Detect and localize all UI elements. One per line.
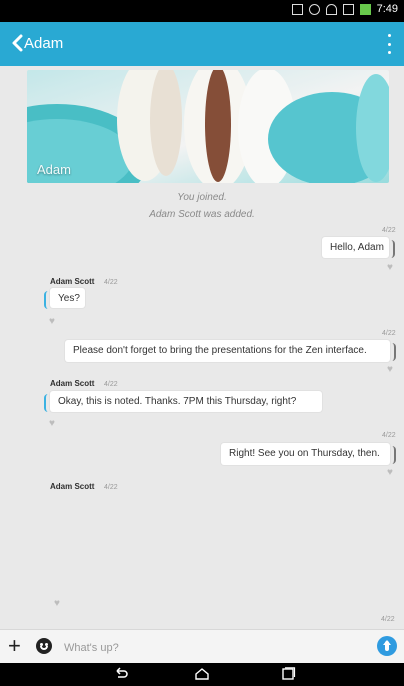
message-composer: + (0, 629, 404, 664)
android-nav-bar (0, 663, 404, 686)
sim-icon (342, 3, 354, 15)
system-message-added: Adam Scott was added. (149, 209, 255, 220)
outgoing-message[interactable]: Right! See you on Thursday, then. (221, 443, 396, 465)
outgoing-message[interactable]: Hello, Adam (322, 237, 395, 258)
mute-icon (308, 3, 320, 15)
message-sender: Adam Scott (50, 379, 95, 388)
status-bar: 7:49 (0, 0, 404, 22)
bottom-message-date: 4/22 (381, 616, 395, 623)
message-date: 4/22 (104, 279, 118, 286)
add-attachment-icon[interactable]: + (8, 635, 26, 657)
outgoing-message[interactable]: Please don't forget to bring the present… (65, 340, 396, 362)
status-time: 7:49 (376, 3, 398, 15)
message-sender: Adam Scott (50, 482, 95, 491)
recent-apps-nav-icon[interactable] (280, 667, 296, 681)
like-heart-icon[interactable]: ♥ (49, 419, 59, 429)
status-icons: 7:49 (291, 3, 398, 15)
macarons-image (27, 70, 389, 183)
message-date: 4/22 (382, 432, 396, 439)
incoming-message[interactable]: Yes? (44, 288, 85, 309)
like-heart-icon[interactable]: ♥ (49, 317, 59, 327)
incoming-message[interactable]: Okay, this is noted. Thanks. 7PM this Th… (44, 391, 322, 412)
chat-banner-image: Adam (27, 70, 389, 183)
chat-title: Adam (24, 35, 64, 52)
like-heart-icon[interactable]: ♥ (387, 263, 397, 273)
battery-save-icon (291, 3, 303, 15)
message-date: 4/22 (104, 484, 118, 491)
like-heart-icon[interactable]: ♥ (387, 365, 397, 375)
message-date: 4/22 (104, 381, 118, 388)
chat-content[interactable]: Adam You joined. Adam Scott was added. 4… (0, 66, 404, 629)
banner-name-label: Adam (37, 162, 71, 177)
home-nav-icon[interactable] (194, 667, 210, 681)
emoji-icon[interactable] (36, 638, 52, 654)
app-bar: Adam (0, 22, 404, 66)
like-heart-icon[interactable]: ♥ (387, 468, 397, 478)
battery-icon (359, 3, 371, 15)
message-date: 4/22 (382, 227, 396, 234)
message-input[interactable] (62, 636, 366, 660)
message-date: 4/22 (382, 330, 396, 337)
message-sender: Adam Scott (50, 277, 95, 286)
back-nav-icon[interactable] (113, 667, 129, 681)
send-button[interactable] (377, 636, 397, 656)
system-message-joined: You joined. (177, 192, 227, 203)
like-heart-icon[interactable]: ♥ (54, 599, 64, 609)
wifi-icon (325, 3, 337, 15)
overflow-menu-icon[interactable] (386, 34, 392, 54)
app-screen: 7:49 Adam Adam You joined. Adam Scott wa… (0, 0, 404, 686)
